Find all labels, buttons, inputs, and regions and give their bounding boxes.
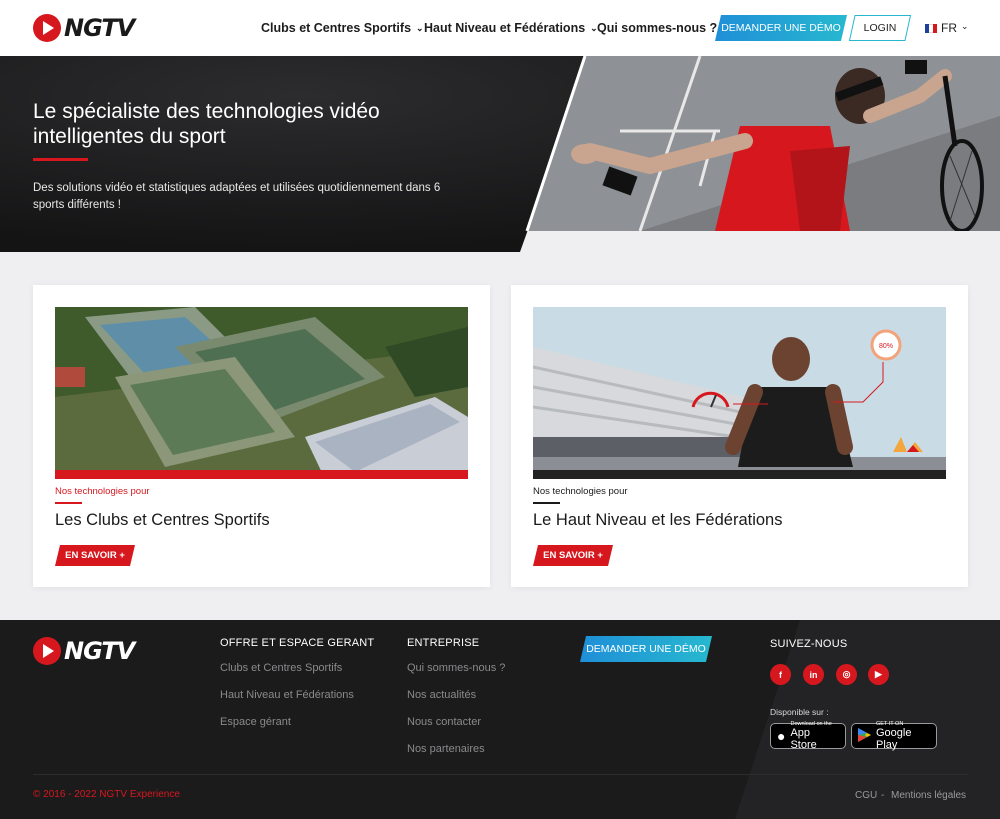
hero-banner: Le spécialiste des technologies vidéo in… (0, 56, 1000, 252)
hero-subtitle: Des solutions vidéo et statistiques adap… (33, 182, 441, 211)
footer-link-partenaires[interactable]: Nos partenaires (407, 743, 485, 755)
site-footer: NGTV OFFRE ET ESPACE GERANT Clubs et Cen… (0, 620, 1000, 819)
google-play-big: Google Play (876, 727, 912, 751)
google-play-triangle (858, 728, 871, 742)
hero-red-underline (33, 158, 88, 161)
legal-separator: - (881, 790, 885, 801)
en-savoir-plus-button[interactable]: EN SAVOIR + (55, 545, 135, 566)
footer-link-actualites[interactable]: Nos actualités (407, 689, 476, 701)
login-label: LOGIN (863, 22, 897, 34)
footer-link-contact[interactable]: Nous contacter (407, 716, 481, 728)
footer-offre-heading: OFFRE ET ESPACE GERANT (220, 637, 375, 649)
demo-button[interactable]: DEMANDER UNE DÉMO (715, 15, 847, 41)
athlete-stadium-image: 80% (533, 307, 946, 479)
chevron-down-icon: ⌄ (416, 23, 424, 33)
card-kicker-underline (55, 502, 82, 504)
france-flag-icon (925, 23, 937, 33)
follow-heading: SUIVEZ-NOUS (770, 638, 848, 650)
footer-link-haut-niveau[interactable]: Haut Niveau et Fédérations (220, 689, 354, 701)
ngtv-logo[interactable]: NGTV (33, 13, 135, 43)
card-clubs[interactable]: Nos technologies pour Les Clubs et Centr… (33, 285, 490, 587)
footer-ngtv-logo[interactable]: NGTV (33, 637, 135, 665)
hero-title: Le spécialiste des technologies vidéo in… (33, 100, 380, 148)
nav-haut-niveau[interactable]: Haut Niveau et Fédérations ⌄ (424, 21, 598, 35)
play-logo-icon (33, 637, 61, 665)
app-store-big: App Store (790, 727, 817, 751)
cgu-link[interactable]: CGU (855, 790, 877, 801)
nav-clubs[interactable]: Clubs et Centres Sportifs ⌄ (261, 21, 424, 35)
copyright-text: © 2016 - 2022 NGTV Experience (33, 789, 180, 800)
card-kicker-underline (533, 502, 560, 504)
google-play-icon (858, 728, 871, 744)
available-on-label: Disponible sur : (770, 707, 829, 717)
athlete-illustration: 80% (533, 307, 946, 479)
instagram-icon[interactable]: ◎ (836, 664, 857, 685)
hero-diagonal-separator (525, 56, 587, 232)
login-button[interactable]: LOGIN (849, 15, 911, 41)
gauge-percent-label: 80% (879, 343, 893, 350)
aerial-courts-illustration (55, 307, 468, 479)
mentions-legales-link[interactable]: Mentions légales (891, 790, 966, 801)
aerial-tennis-courts-image (55, 307, 468, 479)
linkedin-icon[interactable]: in (803, 664, 824, 685)
youtube-icon[interactable]: ▶ (868, 664, 889, 685)
footer-link-clubs[interactable]: Clubs et Centres Sportifs (220, 662, 342, 674)
play-logo-icon (33, 14, 61, 42)
chevron-down-icon: ⌄ (961, 20, 969, 31)
footer-divider (33, 774, 968, 775)
card-kicker: Nos technologies pour (55, 486, 150, 497)
footer-entreprise-heading: ENTREPRISE (407, 637, 480, 649)
footer-logo-text: NGTV (64, 637, 135, 665)
card-kicker: Nos technologies pour (533, 486, 628, 497)
facebook-icon[interactable]: f (770, 664, 791, 685)
language-label: FR (941, 21, 957, 35)
logo-text: NGTV (64, 14, 135, 42)
card-title: Le Haut Niveau et les Fédérations (533, 511, 783, 529)
nav-qui-sommes-nous[interactable]: Qui sommes-nous ? (597, 21, 717, 35)
footer-link-qui-sommes-nous[interactable]: Qui sommes-nous ? (407, 662, 505, 674)
nav-qui-sommes-nous-label: Qui sommes-nous ? (597, 21, 718, 35)
google-play-badge[interactable]: GET IT ON Google Play (851, 721, 937, 751)
nav-clubs-label: Clubs et Centres Sportifs (261, 21, 412, 35)
card-haut-niveau[interactable]: 80% Nos technologies pour Le Haut Niveau… (511, 285, 968, 587)
nav-haut-niveau-label: Haut Niveau et Fédérations (424, 21, 586, 35)
footer-demo-button[interactable]: DEMANDER UNE DÉMO (580, 636, 712, 662)
en-savoir-plus-button[interactable]: EN SAVOIR + (533, 545, 613, 566)
language-selector[interactable]: FR ⌄ (925, 21, 969, 35)
footer-link-espace-gerant[interactable]: Espace gérant (220, 716, 291, 728)
apple-icon: ● (777, 728, 786, 744)
app-store-badge[interactable]: ● Download on the App Store (770, 721, 846, 751)
card-title: Les Clubs et Centres Sportifs (55, 511, 270, 529)
site-header: NGTV Clubs et Centres Sportifs ⌄ Haut Niv… (0, 0, 1000, 56)
